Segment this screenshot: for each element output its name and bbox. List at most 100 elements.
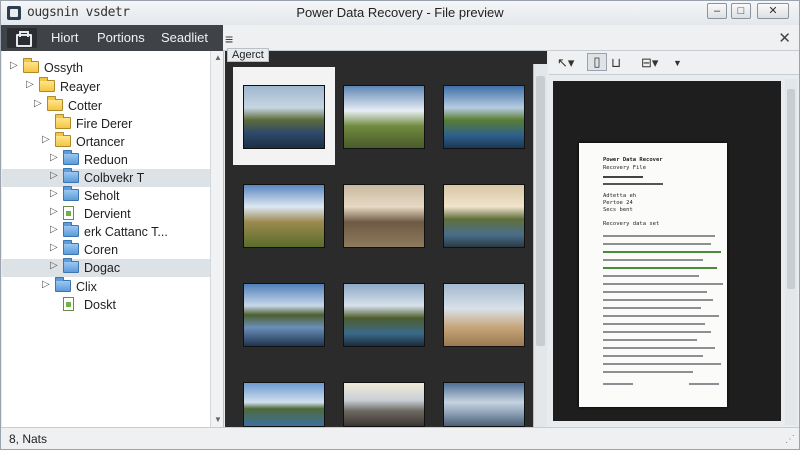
thumbnail-grid — [225, 51, 547, 427]
doc-text-line — [603, 331, 711, 333]
tree-item[interactable]: ▷ Colbvekr T — [2, 168, 210, 187]
thumbnail-blue-lake[interactable] — [243, 382, 325, 427]
minimize-button[interactable]: – — [707, 3, 727, 19]
tree-scrollbar[interactable]: ▲ ▼ — [210, 51, 223, 427]
tree-item-label: Dogac — [84, 261, 121, 275]
pointer-icon[interactable]: ↖▾ — [557, 55, 574, 71]
menu-item-home[interactable]: Hiort — [51, 30, 78, 45]
doc-footer-line — [689, 383, 719, 385]
doc-text-line — [603, 355, 703, 357]
expand-arrow-icon[interactable]: ▷ — [26, 79, 34, 90]
doc-text-line — [603, 371, 693, 373]
tree-item-label: Seholt — [84, 189, 120, 203]
expand-arrow-icon[interactable]: ▷ — [34, 98, 42, 109]
thumbnail-river-valley[interactable] — [443, 184, 525, 248]
menu-item-settings[interactable]: Seadliet — [161, 30, 208, 45]
scroll-up-icon[interactable]: ▲ — [214, 53, 222, 62]
doc-text-line — [603, 323, 705, 325]
tree-item[interactable]: ▷ erk Cattanc T... — [2, 222, 210, 241]
thumbnail-sky-lake[interactable] — [443, 382, 525, 427]
scroll-down-icon[interactable]: ▼ — [214, 415, 222, 424]
menu-dark-strip: Hiort Portions Seadliet — [1, 25, 223, 51]
doc-text-line — [603, 275, 699, 277]
folder-tree: ▷ Ossyth ▷ Reayer ▷ Cotter Fire Derer ▷ Ortancer… — [2, 51, 224, 427]
doc-text-line — [603, 267, 717, 269]
close-button[interactable]: ✕ — [757, 3, 789, 19]
bookmark-icon[interactable]: ⊟▾ — [641, 55, 658, 71]
expand-arrow-icon[interactable]: ▷ — [10, 60, 18, 71]
tree-item[interactable]: ▷ Reduon — [2, 150, 210, 169]
doc-section: Recovery data set — [603, 221, 660, 227]
thumbnail-person-beach[interactable] — [443, 283, 525, 347]
tree-item[interactable]: ▷ Dogac — [2, 258, 210, 277]
tree-item-label: Doskt — [84, 298, 116, 312]
tree-item[interactable]: ▷ Coren — [2, 240, 210, 259]
page-icon[interactable]: ▯ — [587, 53, 607, 71]
preview-toolbar: ↖▾ ▯ ⊔ ⊟▾ ▼ — [549, 51, 799, 75]
expand-arrow-icon[interactable]: ▷ — [50, 152, 58, 163]
expand-arrow-icon[interactable]: ▷ — [50, 188, 58, 199]
doc-text-line — [603, 339, 697, 341]
folder-icon — [63, 258, 79, 273]
thumbnail-lake-mountains[interactable] — [443, 85, 525, 149]
tree-item-label: Reayer — [60, 80, 101, 94]
tree-item[interactable]: ▷ Cotter — [2, 96, 210, 115]
doc-text-line — [603, 291, 707, 293]
tree-item-label: Reduon — [84, 153, 128, 167]
dropdown-arrow-icon[interactable]: ▼ — [673, 58, 682, 68]
expand-arrow-icon[interactable]: ▷ — [50, 224, 58, 235]
tree-item[interactable]: ▷ Ossyth — [2, 58, 210, 77]
grid-scrollbar[interactable] — [533, 64, 547, 427]
panel-close-icon[interactable]: ✕ — [778, 29, 791, 47]
tree-item-label: Dervient — [84, 207, 131, 221]
document-page: Power Data Recover Recovery File Adtetta… — [579, 143, 727, 407]
tree-item-label: Ortancer — [76, 135, 125, 149]
resize-grip-icon[interactable]: ⋰ — [785, 434, 795, 445]
cart-icon[interactable]: ⊔ — [611, 55, 621, 71]
folder-icon — [63, 168, 79, 183]
expand-arrow-icon[interactable]: ▷ — [50, 206, 58, 217]
expand-arrow-icon[interactable]: ▷ — [42, 134, 50, 145]
tree-item-label: Ossyth — [44, 61, 83, 75]
tree-item-label: Colbvekr T — [84, 171, 145, 185]
tree-item[interactable]: ▷ Ortancer — [2, 132, 210, 151]
home-icon[interactable] — [7, 28, 37, 48]
expand-arrow-icon[interactable]: ▷ — [42, 279, 50, 290]
tree-item[interactable]: ▷ Clix — [2, 277, 210, 296]
tree-item[interactable]: ▷ Dervient — [2, 205, 210, 223]
doc-text-line — [603, 235, 715, 237]
tree-item[interactable]: Doskt — [2, 296, 210, 314]
doc-subheading: Recovery File — [603, 165, 647, 171]
thumbnail-valley-road[interactable] — [243, 184, 325, 248]
doc-text-line — [603, 283, 723, 285]
hamburger-menu-icon[interactable]: ≡ — [225, 31, 233, 47]
grid-tab[interactable]: Agerct — [227, 48, 269, 62]
thumbnail-pier-sunset[interactable] — [343, 382, 425, 427]
menu-item-portions[interactable]: Portions — [97, 30, 145, 45]
maximize-button[interactable]: □ — [731, 3, 751, 19]
preview-canvas: Power Data Recover Recovery File Adtetta… — [553, 81, 781, 421]
tree-item-label: Coren — [84, 243, 119, 257]
tree-item-label: Cotter — [68, 99, 103, 113]
thumbnail-sky-road[interactable] — [343, 85, 425, 149]
tree-item[interactable]: Fire Derer — [2, 114, 210, 133]
grid-scroll-thumb[interactable] — [536, 76, 545, 346]
thumbnail-mountain-lake[interactable] — [243, 85, 325, 149]
expand-arrow-icon[interactable]: ▷ — [50, 170, 58, 181]
doc-text-line — [603, 243, 711, 245]
doc-text-line — [603, 251, 721, 253]
preview-pane: ↖▾ ▯ ⊔ ⊟▾ ▼ Power Data Recover Recovery … — [549, 51, 799, 427]
doc-line-2: Pertoe 24 — [603, 200, 633, 206]
preview-scroll-thumb[interactable] — [787, 89, 795, 289]
doc-text-line — [603, 299, 713, 301]
thumbnail-rock-mountain[interactable] — [343, 184, 425, 248]
preview-scrollbar[interactable] — [785, 79, 797, 425]
expand-arrow-icon[interactable]: ▷ — [50, 242, 58, 253]
doc-heading: Power Data Recover — [603, 157, 663, 163]
expand-arrow-icon[interactable]: ▷ — [50, 260, 58, 271]
thumbnail-mountain-lake-2[interactable] — [343, 283, 425, 347]
tree-item[interactable]: ▷ Reayer — [2, 77, 210, 96]
folder-icon — [47, 96, 63, 111]
tree-item[interactable]: ▷ Seholt — [2, 186, 210, 205]
thumbnail-lake-reflection[interactable] — [243, 283, 325, 347]
